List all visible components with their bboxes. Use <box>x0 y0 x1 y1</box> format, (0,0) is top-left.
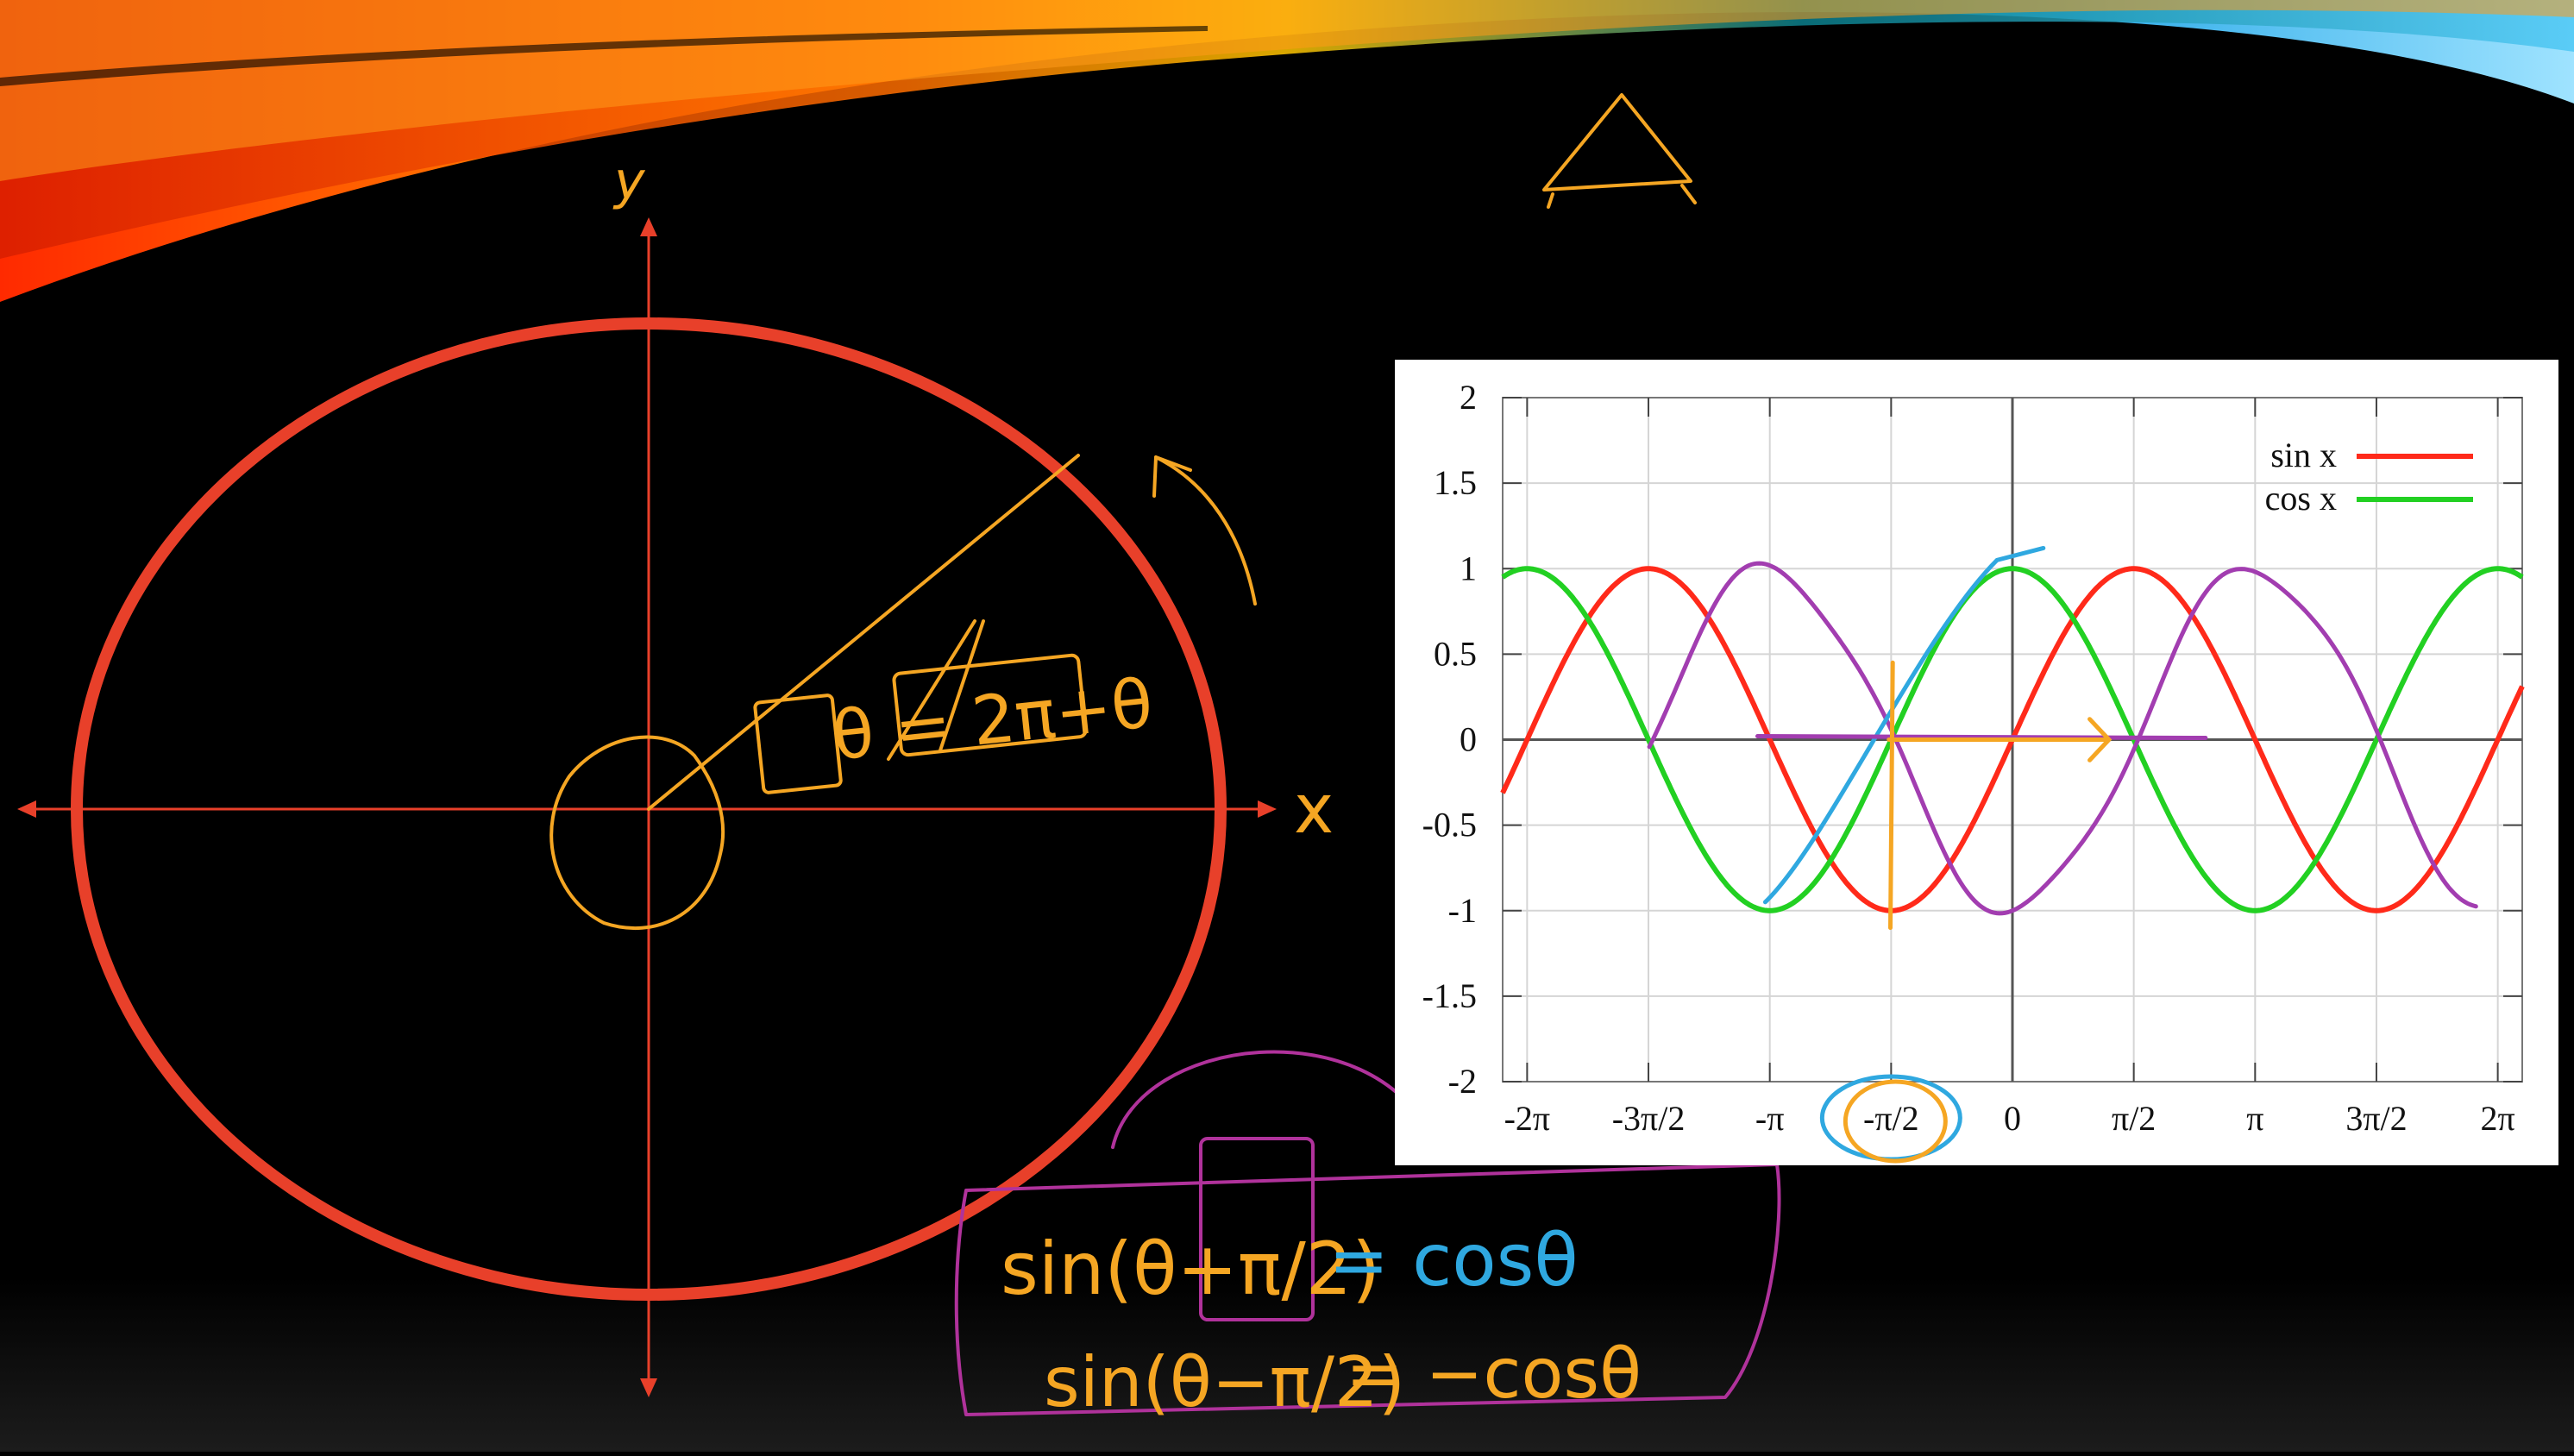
legend-label: sin x <box>2270 436 2337 474</box>
y-tick-label: 1 <box>1460 549 1477 587</box>
x-tick-label: -2π <box>1504 1099 1551 1138</box>
x-axis-label: x <box>1294 771 1334 849</box>
angle-arc <box>549 735 725 931</box>
y-axis-down-arrow <box>640 1378 657 1397</box>
sin-cos-chart: -2π -3π/2 -π -π/2 0 π/2 π 3π/2 2π 2 1.5 1 0.5 0 -0.5 -1… <box>1395 360 2558 1165</box>
handdrawn-vertical-mark <box>1888 660 1895 931</box>
chart-legend: sin x cos x <box>2265 436 2473 518</box>
slide: θ = 2π+θ y x sin(θ+π/2) = cosθ sin(θ−π/2… <box>0 0 2574 1452</box>
y-tick-label: -2 <box>1448 1062 1477 1101</box>
x-tick-label: 0 <box>2004 1099 2021 1138</box>
rotation-arrow-arc <box>1154 455 1257 606</box>
x-tick-label: 3π/2 <box>2345 1099 2407 1138</box>
y-tick-label: 2 <box>1460 378 1477 417</box>
handdrawn-shift-arrow <box>1887 717 2113 763</box>
triangle-doodle <box>1542 93 1692 191</box>
y-tick-label: -1 <box>1448 891 1477 930</box>
theta-equation: θ = 2π+θ <box>829 665 1157 775</box>
legend-label: cos x <box>2265 479 2337 518</box>
x-tick-label: π/2 <box>2112 1099 2156 1138</box>
formula-1-left: sin(θ+π/2) <box>1001 1227 1380 1311</box>
y-tick-label: 1.5 <box>1434 463 1477 502</box>
x-tick-label: 2π <box>2481 1099 2515 1138</box>
handdrawn-blue-curve <box>1762 545 2046 905</box>
y-tick-label: -1.5 <box>1422 976 1477 1015</box>
y-tick-label: -0.5 <box>1422 806 1477 844</box>
x-tick-label: π <box>2246 1099 2263 1138</box>
x-tick-label: -3π/2 <box>1612 1099 1686 1138</box>
y-tick-label: 0 <box>1460 720 1477 759</box>
x-axis-right-arrow <box>1258 800 1277 818</box>
formula-arrow <box>1111 1050 1434 1149</box>
formula-1-right: = cosθ <box>1328 1218 1579 1302</box>
y-tick-label: 0.5 <box>1434 634 1477 673</box>
x-tick-label: -π/2 <box>1863 1099 1919 1138</box>
chart-tick-labels: -2π -3π/2 -π -π/2 0 π/2 π 3π/2 2π 2 1.5 1 0.5 0 -0.5 -1… <box>1422 378 2515 1138</box>
y-axis-label: y <box>612 151 646 211</box>
formula-2-right: = −cosθ <box>1346 1334 1642 1414</box>
x-axis-left-arrow <box>17 800 36 818</box>
y-axis-up-arrow <box>640 217 657 236</box>
x-tick-label: -π <box>1755 1099 1785 1138</box>
